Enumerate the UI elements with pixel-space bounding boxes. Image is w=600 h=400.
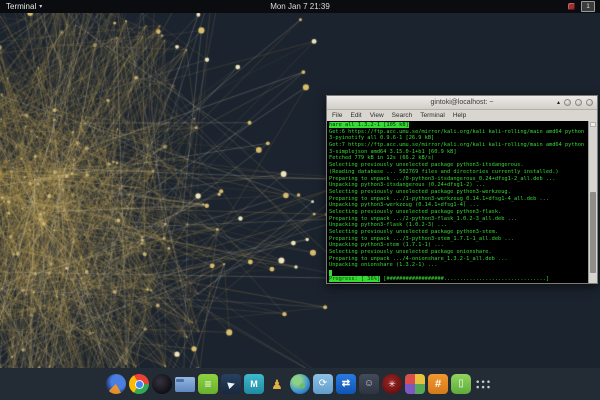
firefox-icon[interactable]	[106, 374, 126, 394]
terminal-line: (Reading database ... 502769 files and d…	[329, 169, 586, 176]
terminal-line: Fetched 779 kB in 12s (66.2 kB/s)	[329, 155, 586, 162]
software-center-glyph: ⟳	[319, 379, 327, 389]
terminal-window: gintoki@localhost: ~ ▴ File Edit View Searc…	[326, 95, 598, 284]
terminal-line: Preparing to unpack .../1-python3-werkze…	[329, 196, 586, 203]
menu-view[interactable]: View	[370, 112, 384, 119]
scrollbar[interactable]	[588, 121, 597, 283]
terminal-line: Unpacking python3-stem (1.7.1-1) ...	[329, 242, 586, 249]
progress-label: Progress: [ 36%]	[329, 276, 380, 282]
software-center-icon[interactable]: ⟳	[313, 374, 333, 394]
teamviewer-icon[interactable]: ⇄	[336, 374, 356, 394]
system-monitor-glyph: M	[250, 380, 258, 389]
telegram-icon[interactable]: ▶	[221, 374, 241, 394]
terminal-line: Selecting previously unselected package …	[329, 162, 586, 169]
window-titlebar[interactable]: gintoki@localhost: ~ ▴	[327, 96, 597, 110]
terminal-line: Unpacking python3-werkzeug (0.14.1+dfsg1…	[329, 202, 586, 209]
dock: ≡ ▶ M ♟ ⟳ ⇄ ☺ ✳ # ▯	[0, 368, 600, 400]
terminal-line: Unpacking python3-flask (1.0.2-3) ...	[329, 222, 586, 229]
menu-search[interactable]: Search	[392, 112, 413, 119]
app-drawer-icon[interactable]	[474, 378, 490, 390]
package-center-icon[interactable]	[405, 374, 425, 394]
kali-tools-icon[interactable]: ✳	[382, 374, 402, 394]
terminal-line: Unpacking onionshare (1.3.2-1) ...	[329, 262, 586, 269]
terminal-line: 3-pyinotify all 0.9.6-1 [26.9 kB]	[329, 135, 586, 142]
terminal-line: Get:6 https://ftp.acc.umu.se/mirror/kali…	[329, 129, 586, 136]
progress-bar: [##################.....................…	[380, 276, 549, 282]
menubar: File Edit View Search Terminal Help	[327, 110, 597, 121]
earth-browser-icon[interactable]	[290, 374, 310, 394]
desktop: Terminal ▾ Mon Jan 7 21:39 1 gintoki@loc…	[0, 0, 600, 400]
terminal-output[interactable]: hare all 1.3.2-1 [105 kB]Get:6 https://f…	[327, 121, 588, 283]
minimize-button[interactable]	[564, 99, 571, 106]
clock[interactable]: Mon Jan 7 21:39	[0, 2, 600, 11]
chrome-icon[interactable]	[129, 374, 149, 394]
terminal-body: hare all 1.3.2-1 [105 kB]Get:6 https://f…	[327, 121, 597, 283]
terminal-cursor-line	[329, 269, 586, 276]
hexchat-glyph: #	[435, 379, 441, 390]
top-panel: Terminal ▾ Mon Jan 7 21:39 1	[0, 0, 600, 13]
terminal-line: Get:7 https://ftp.acc.umu.se/mirror/kali…	[329, 142, 586, 149]
telegram-glyph: ▶	[226, 379, 235, 390]
menu-help[interactable]: Help	[453, 112, 466, 119]
menu-terminal[interactable]: Terminal	[420, 112, 445, 119]
maximize-button[interactable]	[575, 99, 582, 106]
notification-icon[interactable]	[568, 3, 575, 10]
terminal-line: Preparing to unpack .../4-onionshare_1.3…	[329, 256, 586, 263]
terminal-line: hare all 1.3.2-1 [105 kB]	[329, 122, 586, 129]
bell-icon: ▴	[557, 100, 560, 106]
menu-file[interactable]: File	[332, 112, 342, 119]
discord-glyph: ☺	[364, 379, 374, 389]
terminal-line: Selecting previously unselected package …	[329, 249, 586, 256]
kali-tools-glyph: ✳	[388, 380, 396, 389]
teamviewer-glyph: ⇄	[342, 379, 350, 389]
menu-edit[interactable]: Edit	[350, 112, 361, 119]
spotify-glyph: ≡	[204, 378, 211, 390]
file-manager-icon[interactable]	[175, 377, 195, 392]
terminal-line: Selecting previously unselected package …	[329, 229, 586, 236]
terminal-line: Selecting previously unselected package …	[329, 209, 586, 216]
terminal-line: Unpacking python3-itsdangerous (0.24+dfs…	[329, 182, 586, 189]
hexchat-icon[interactable]: #	[428, 374, 448, 394]
system-tray: 1	[568, 1, 600, 12]
spotify-icon[interactable]: ≡	[198, 374, 218, 394]
terminal-line: 3-simplejson amd64 3.15.0-1+b1 [60.9 kB]	[329, 149, 586, 156]
terminal-line: Selecting previously unselected package …	[329, 189, 586, 196]
scrollbar-thumb[interactable]	[590, 192, 596, 273]
terminal-line: Preparing to unpack .../2-python3-flask_…	[329, 216, 586, 223]
discord-icon[interactable]: ☺	[359, 374, 379, 394]
phone-app-glyph: ▯	[458, 379, 464, 389]
system-monitor-icon[interactable]: M	[244, 374, 264, 394]
close-button[interactable]	[586, 99, 593, 106]
apt-progress-line: Progress: [ 36%] [##################....…	[329, 276, 586, 283]
wine-glyph: ♟	[271, 378, 283, 391]
terminal-line: Preparing to unpack .../3-python3-stem_1…	[329, 236, 586, 243]
tor-browser-icon[interactable]	[152, 374, 172, 394]
workspace-indicator[interactable]: 1	[581, 1, 595, 12]
terminal-line: Preparing to unpack .../0-python3-itsdan…	[329, 176, 586, 183]
phone-app-icon[interactable]: ▯	[451, 374, 471, 394]
terminal-cursor	[329, 270, 332, 276]
wine-icon[interactable]: ♟	[267, 374, 287, 394]
